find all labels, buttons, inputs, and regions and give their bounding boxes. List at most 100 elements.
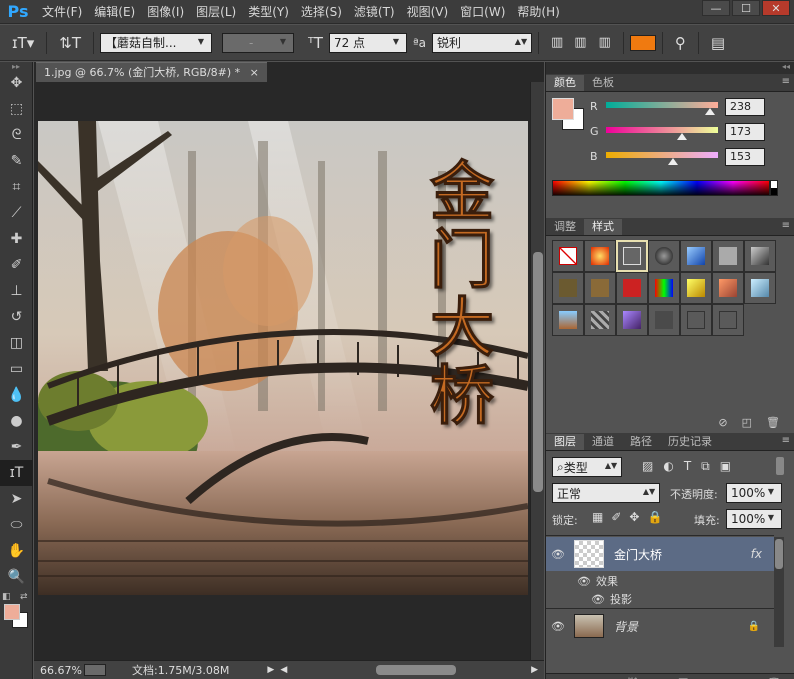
style-preset[interactable]	[584, 304, 616, 336]
opacity-input[interactable]: 100% ▼	[726, 483, 782, 503]
document-image[interactable]: 金 门 大 桥	[38, 121, 528, 595]
maximize-button[interactable]: ☐	[732, 0, 760, 16]
align-right-icon[interactable]: ▥	[593, 35, 617, 50]
move-tool-icon[interactable]: ✥	[0, 70, 33, 96]
red-slider-track[interactable]	[606, 102, 718, 108]
type-tool-icon[interactable]: ɪT	[0, 460, 33, 486]
color-spectrum-ramp[interactable]	[552, 180, 770, 196]
lock-position-icon[interactable]: ✥	[629, 510, 639, 524]
text-orientation-icon[interactable]: ⇅T	[53, 34, 87, 52]
menu-file[interactable]: 文件(F)	[36, 0, 88, 24]
green-value-input[interactable]: 173	[725, 123, 765, 141]
lock-all-icon[interactable]: 🔒	[647, 510, 662, 524]
toolbar-grip[interactable]: ▸▸	[0, 62, 32, 71]
status-preview-icon[interactable]	[84, 664, 106, 676]
style-preset[interactable]	[648, 240, 680, 272]
layer-row-drop-shadow[interactable]: 👁 投影	[546, 590, 774, 608]
style-preset[interactable]	[552, 304, 584, 336]
tab-adjustments[interactable]: 调整	[546, 219, 584, 235]
style-preset[interactable]	[712, 304, 744, 336]
shape-filter-icon[interactable]: ⧉	[701, 459, 710, 474]
layers-scrollbar[interactable]	[774, 537, 784, 647]
warp-text-icon[interactable]: ⚲	[669, 34, 692, 52]
tab-channels[interactable]: 通道	[584, 434, 622, 450]
smart-object-filter-icon[interactable]: ▣	[720, 459, 731, 474]
layer-row-text[interactable]: 👁 金门大桥 fx	[546, 537, 774, 571]
align-left-icon[interactable]: ▥	[545, 35, 568, 50]
new-style-icon[interactable]: ◰	[742, 416, 752, 429]
style-preset[interactable]	[680, 272, 712, 304]
style-preset[interactable]	[712, 240, 744, 272]
quick-select-tool-icon[interactable]: ✎	[0, 148, 33, 174]
filter-toggle-switch[interactable]	[776, 457, 784, 475]
vertical-scroll-thumb[interactable]	[533, 252, 543, 492]
minimize-button[interactable]: —	[702, 0, 730, 16]
style-preset[interactable]	[584, 240, 616, 272]
tab-styles[interactable]: 样式	[584, 219, 622, 235]
style-preset[interactable]	[552, 272, 584, 304]
red-slider-thumb[interactable]	[705, 108, 716, 115]
panel-menu-icon[interactable]: ≡	[782, 435, 790, 446]
font-size-select[interactable]: 72 点 ▼	[328, 32, 407, 53]
brush-tool-icon[interactable]: ✐	[0, 252, 33, 278]
panel-menu-icon[interactable]: ≡	[782, 220, 790, 231]
delete-style-icon[interactable]: 🗑	[766, 416, 780, 429]
style-preset[interactable]	[712, 272, 744, 304]
pen-tool-icon[interactable]: ✒	[0, 434, 33, 460]
style-preset[interactable]	[616, 240, 648, 272]
visibility-eye-icon[interactable]: 👁	[572, 575, 596, 588]
status-menu-arrow-icon[interactable]: ▶	[267, 665, 274, 675]
dodge-tool-icon[interactable]: ●	[0, 408, 33, 434]
pixel-filter-icon[interactable]: ▨	[642, 459, 653, 474]
stamp-tool-icon[interactable]: ⊥	[0, 278, 33, 304]
menu-edit[interactable]: 编辑(E)	[88, 0, 141, 24]
tab-layers[interactable]: 图层	[546, 434, 584, 450]
foreground-color-chip[interactable]	[552, 98, 574, 120]
tab-color[interactable]: 颜色	[546, 75, 584, 91]
zoom-level[interactable]: 66.67%	[34, 664, 84, 677]
path-select-tool-icon[interactable]: ➤	[0, 486, 33, 512]
crop-tool-icon[interactable]: ⌗	[0, 174, 33, 200]
close-tab-icon[interactable]: ×	[250, 66, 259, 79]
fill-input[interactable]: 100% ▼	[726, 509, 782, 529]
layer-name[interactable]: 背景	[614, 618, 638, 635]
layer-name[interactable]: 金门大桥	[614, 546, 662, 563]
black-white-ramp[interactable]	[770, 180, 778, 196]
red-value-input[interactable]: 238	[725, 98, 765, 116]
style-preset[interactable]	[680, 304, 712, 336]
menu-type[interactable]: 类型(Y)	[242, 0, 295, 24]
visibility-eye-icon[interactable]: 👁	[546, 620, 570, 633]
layer-row-background[interactable]: 👁 背景 🔒	[546, 609, 774, 643]
text-color-swatch[interactable]	[629, 34, 656, 51]
adjustment-filter-icon[interactable]: ◐	[663, 459, 673, 474]
blue-slider-thumb[interactable]	[668, 158, 679, 165]
font-family-select[interactable]: 【蘑菇自制... ▼	[100, 32, 212, 53]
clear-style-icon[interactable]: ⊘	[718, 416, 727, 429]
layer-row-effects[interactable]: 👁 效果	[546, 572, 774, 590]
blue-value-input[interactable]: 153	[725, 148, 765, 166]
anti-alias-select[interactable]: 锐利 ▲▼	[431, 32, 532, 53]
lock-transparent-icon[interactable]: ▦	[592, 510, 603, 524]
hand-tool-icon[interactable]: ✋	[0, 538, 33, 564]
layer-filter-kind-select[interactable]: ⌕ 类型 ▲▼	[552, 457, 622, 477]
style-preset-none[interactable]	[552, 240, 584, 272]
visibility-eye-icon[interactable]: 👁	[546, 548, 570, 561]
healing-tool-icon[interactable]: ✚	[0, 226, 33, 252]
lasso-tool-icon[interactable]: ᘓ	[0, 122, 33, 148]
document-tab[interactable]: 1.jpg @ 66.7% (金门大桥, RGB/8#) * ×	[36, 62, 267, 82]
style-preset[interactable]	[680, 240, 712, 272]
zoom-tool-icon[interactable]: 🔍	[0, 564, 33, 590]
scroll-left-icon[interactable]: ◀	[280, 665, 287, 675]
menu-select[interactable]: 选择(S)	[295, 0, 348, 24]
menu-help[interactable]: 帮助(H)	[511, 0, 565, 24]
tab-history[interactable]: 历史记录	[660, 434, 720, 450]
text-layer-jinmendaqiao[interactable]: 金 门 大 桥	[422, 158, 502, 431]
menu-view[interactable]: 视图(V)	[401, 0, 455, 24]
tab-swatches[interactable]: 色板	[584, 75, 622, 91]
gradient-tool-icon[interactable]: ▭	[0, 356, 33, 382]
close-button[interactable]: ✕	[762, 0, 790, 16]
menu-window[interactable]: 窗口(W)	[454, 0, 511, 24]
menu-image[interactable]: 图像(I)	[141, 0, 190, 24]
scroll-right-icon[interactable]: ▶	[531, 665, 538, 675]
green-slider-track[interactable]	[606, 127, 718, 133]
